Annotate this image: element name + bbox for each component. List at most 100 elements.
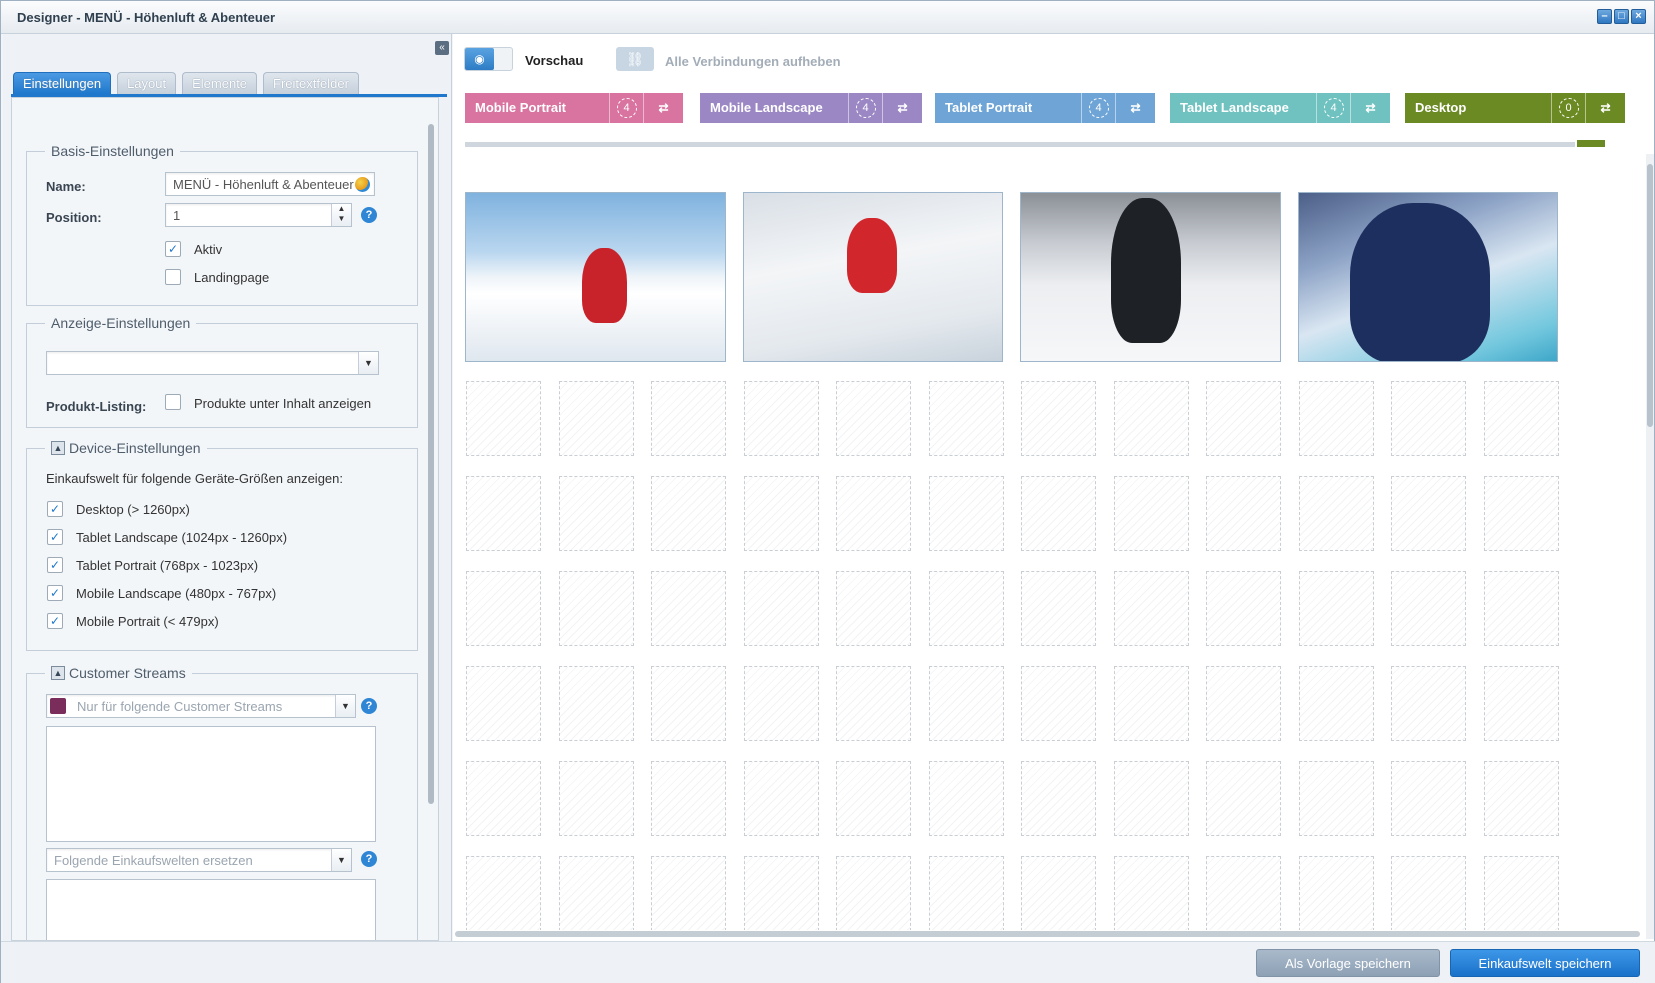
grid-cell[interactable] bbox=[1483, 381, 1559, 456]
grid-cell[interactable] bbox=[1298, 761, 1374, 836]
grid-cell[interactable] bbox=[651, 571, 726, 646]
customer-streams-select[interactable]: Nur für folgende Customer Streams ▼ bbox=[46, 694, 356, 718]
save-button[interactable]: Einkaufswelt speichern bbox=[1450, 949, 1640, 977]
chevron-down-icon[interactable]: ▼ bbox=[331, 849, 351, 871]
grid-cell[interactable] bbox=[928, 856, 1004, 930]
grid-cell[interactable] bbox=[558, 381, 634, 456]
grid-cell[interactable] bbox=[1021, 476, 1096, 551]
position-help-icon[interactable]: ? bbox=[361, 207, 377, 223]
grid-cell[interactable] bbox=[1021, 761, 1096, 836]
slider-thumb[interactable] bbox=[1577, 140, 1605, 147]
grid-cell[interactable] bbox=[1391, 761, 1466, 836]
grid-cell[interactable] bbox=[1113, 666, 1189, 741]
device-tab-mobile-landscape[interactable]: Mobile Landscape 4 ⇄ bbox=[700, 93, 922, 123]
grid-cell[interactable] bbox=[558, 856, 634, 930]
grid-cell[interactable] bbox=[1298, 476, 1374, 551]
replace-worlds-list[interactable] bbox=[46, 879, 376, 940]
grid-cell[interactable] bbox=[928, 571, 1004, 646]
aktiv-checkbox[interactable]: ✓ bbox=[165, 241, 181, 257]
grid-cell[interactable] bbox=[1298, 381, 1374, 456]
grid-cell[interactable] bbox=[1483, 476, 1559, 551]
grid-cell[interactable] bbox=[1206, 571, 1281, 646]
grid-cell[interactable] bbox=[651, 666, 726, 741]
grid-cell[interactable] bbox=[1391, 856, 1466, 930]
grid-cell[interactable] bbox=[558, 571, 634, 646]
position-stepper-icon[interactable]: ▲ ▼ bbox=[331, 204, 351, 226]
device-tablet-portrait-checkbox[interactable]: ✓ bbox=[47, 557, 63, 573]
grid-cell[interactable] bbox=[1483, 856, 1559, 930]
grid-cell[interactable] bbox=[743, 476, 819, 551]
collapse-toggle-icon[interactable]: ▲ bbox=[51, 441, 65, 455]
scrollbar-thumb[interactable] bbox=[1647, 164, 1653, 427]
customer-streams-list[interactable] bbox=[46, 726, 376, 842]
device-desktop-checkbox[interactable]: ✓ bbox=[47, 501, 63, 517]
tab-layout[interactable]: Layout bbox=[117, 72, 177, 94]
grid-cell[interactable] bbox=[836, 856, 911, 930]
grid-cell[interactable] bbox=[1021, 856, 1096, 930]
grid-cell[interactable] bbox=[836, 571, 911, 646]
grid-cell[interactable] bbox=[651, 761, 726, 836]
grid-cell[interactable] bbox=[1298, 571, 1374, 646]
grid-cell[interactable] bbox=[1483, 666, 1559, 741]
grid-cell[interactable] bbox=[836, 761, 911, 836]
photo-child-helmet[interactable] bbox=[1297, 192, 1558, 362]
streams-help-icon[interactable]: ? bbox=[361, 698, 377, 714]
chevron-down-icon[interactable]: ▼ bbox=[335, 695, 355, 717]
grid-cell[interactable] bbox=[928, 761, 1004, 836]
device-tab-mobile-portrait[interactable]: Mobile Portrait 4 ⇄ bbox=[465, 93, 683, 123]
grid-cell[interactable] bbox=[1113, 476, 1189, 551]
grid-cell[interactable] bbox=[743, 856, 819, 930]
canvas-horizontal-scrollbar[interactable] bbox=[455, 931, 1640, 937]
grid-cell[interactable] bbox=[1113, 571, 1189, 646]
grid-cell[interactable] bbox=[743, 761, 819, 836]
device-tab-desktop[interactable]: Desktop 0 ⇄ bbox=[1405, 93, 1625, 123]
grid-cell[interactable] bbox=[1206, 381, 1281, 456]
grid-cell[interactable] bbox=[1206, 856, 1281, 930]
grid-cell[interactable] bbox=[928, 666, 1004, 741]
grid-cell[interactable] bbox=[466, 856, 541, 930]
collapse-panel-icon[interactable]: « bbox=[435, 41, 449, 55]
grid-cell[interactable] bbox=[1391, 666, 1466, 741]
device-mobile-portrait-checkbox[interactable]: ✓ bbox=[47, 613, 63, 629]
unlink-all-button[interactable]: Alle Verbindungen aufheben bbox=[665, 54, 841, 69]
grid-cell[interactable] bbox=[743, 381, 819, 456]
grid-cell[interactable] bbox=[466, 476, 541, 551]
link-icon[interactable]: ⇄ bbox=[1350, 93, 1390, 123]
grid-cell[interactable] bbox=[1391, 571, 1466, 646]
grid-cell[interactable] bbox=[1206, 666, 1281, 741]
minimize-button[interactable]: – bbox=[1597, 9, 1612, 24]
grid-cell[interactable] bbox=[1298, 666, 1374, 741]
link-icon[interactable]: ⇄ bbox=[1115, 93, 1155, 123]
grid-cell[interactable] bbox=[836, 476, 911, 551]
grid-cell[interactable] bbox=[1298, 856, 1374, 930]
link-icon[interactable]: ⇄ bbox=[643, 93, 683, 123]
close-button[interactable]: × bbox=[1631, 9, 1646, 24]
tab-einstellungen[interactable]: Einstellungen bbox=[13, 72, 112, 94]
grid-cell[interactable] bbox=[651, 476, 726, 551]
grid-cell[interactable] bbox=[651, 856, 726, 930]
grid-cell[interactable] bbox=[466, 381, 541, 456]
grid-cell[interactable] bbox=[836, 666, 911, 741]
tab-freitextfelder[interactable]: Freitextfelder bbox=[263, 72, 359, 94]
grid-cell[interactable] bbox=[651, 381, 726, 456]
chevron-down-icon[interactable]: ▼ bbox=[358, 352, 378, 374]
photo-skier[interactable] bbox=[465, 192, 726, 362]
grid-cell[interactable] bbox=[1206, 476, 1281, 551]
grid-cell[interactable] bbox=[466, 666, 541, 741]
replace-worlds-select[interactable]: Folgende Einkaufswelten ersetzen ▼ bbox=[46, 848, 352, 872]
grid-cell[interactable] bbox=[743, 571, 819, 646]
grid-cell[interactable] bbox=[836, 381, 911, 456]
grid-cell[interactable] bbox=[1021, 666, 1096, 741]
grid-cell[interactable] bbox=[1021, 381, 1096, 456]
replace-help-icon[interactable]: ? bbox=[361, 851, 377, 867]
grid-cell[interactable] bbox=[1113, 381, 1189, 456]
settings-scrollbar[interactable] bbox=[428, 124, 434, 804]
translate-globe-icon[interactable] bbox=[355, 177, 370, 192]
photo-woman-snow[interactable] bbox=[1020, 192, 1281, 362]
preview-toggle[interactable]: ◉ bbox=[464, 47, 513, 71]
name-field[interactable]: MENÜ - Höhenluft & Abenteuer bbox=[165, 172, 375, 196]
grid-cell[interactable] bbox=[1483, 571, 1559, 646]
grid-cell[interactable] bbox=[1391, 381, 1466, 456]
grid-cell[interactable] bbox=[743, 666, 819, 741]
maximize-button[interactable]: □ bbox=[1614, 9, 1629, 24]
